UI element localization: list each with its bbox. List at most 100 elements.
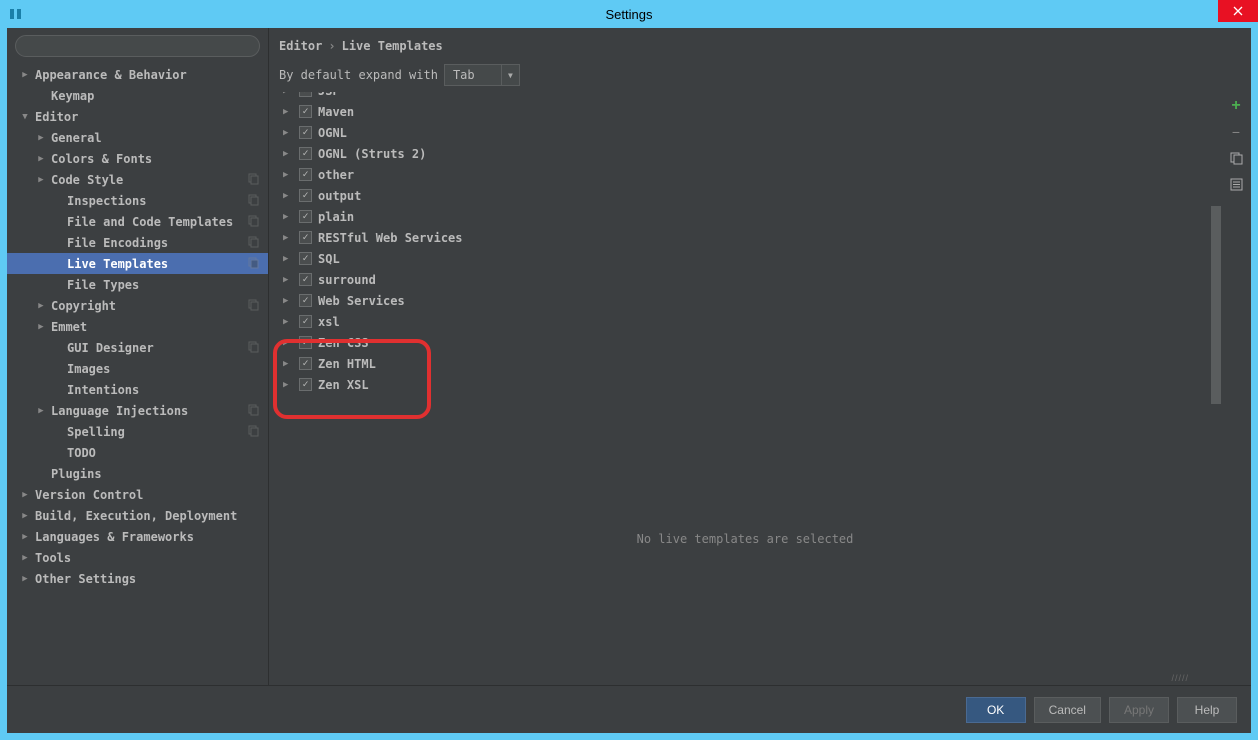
checkbox[interactable] [299, 92, 312, 97]
template-group[interactable]: ▶other [269, 164, 1221, 185]
checkbox[interactable] [299, 273, 312, 286]
templates-list[interactable]: ▶JSP▶Maven▶OGNL▶OGNL (Struts 2)▶other▶ou… [269, 92, 1221, 685]
scrollbar-thumb[interactable] [1211, 206, 1221, 404]
chevron-right-icon[interactable]: ▶ [19, 511, 31, 521]
apply-button[interactable]: Apply [1109, 697, 1169, 723]
checkbox[interactable] [299, 231, 312, 244]
template-group[interactable]: ▶surround [269, 269, 1221, 290]
chevron-right-icon[interactable]: ▶ [283, 149, 293, 159]
tree-item[interactable]: ▶Appearance & Behavior [7, 64, 268, 85]
tree-item[interactable]: Images [7, 358, 268, 379]
checkbox[interactable] [299, 147, 312, 160]
tree-item[interactable]: ▶Languages & Frameworks [7, 526, 268, 547]
template-group[interactable]: ▶SQL [269, 248, 1221, 269]
chevron-right-icon[interactable]: ▶ [35, 133, 47, 143]
tree-item[interactable]: Inspections [7, 190, 268, 211]
chevron-right-icon[interactable]: ▶ [283, 170, 293, 180]
tree-item[interactable]: Spelling [7, 421, 268, 442]
chevron-right-icon[interactable]: ▶ [283, 275, 293, 285]
remove-icon[interactable]: − [1228, 124, 1244, 140]
chevron-right-icon[interactable]: ▶ [35, 154, 47, 164]
checkbox[interactable] [299, 210, 312, 223]
chevron-right-icon[interactable]: ▶ [283, 233, 293, 243]
settings-tree[interactable]: ▶Appearance & BehaviorKeymap▼Editor▶Gene… [7, 64, 268, 685]
template-group[interactable]: ▶Zen HTML [269, 353, 1221, 374]
cancel-button[interactable]: Cancel [1034, 697, 1101, 723]
checkbox[interactable] [299, 105, 312, 118]
tree-item[interactable]: Live Templates [7, 253, 268, 274]
expand-combo[interactable]: Tab ▼ [444, 64, 520, 86]
tree-item[interactable]: Keymap [7, 85, 268, 106]
chevron-right-icon[interactable]: ▶ [19, 532, 31, 542]
help-button[interactable]: Help [1177, 697, 1237, 723]
template-group[interactable]: ▶OGNL (Struts 2) [269, 143, 1221, 164]
checkbox[interactable] [299, 378, 312, 391]
tree-item[interactable]: ▶Other Settings [7, 568, 268, 589]
template-group[interactable]: ▶Zen XSL [269, 374, 1221, 395]
chevron-down-icon[interactable]: ▼ [19, 112, 31, 122]
tree-item[interactable]: GUI Designer [7, 337, 268, 358]
template-group[interactable]: ▶OGNL [269, 122, 1221, 143]
chevron-right-icon[interactable]: ▶ [35, 175, 47, 185]
chevron-right-icon[interactable]: ▶ [283, 128, 293, 138]
checkbox[interactable] [299, 168, 312, 181]
chevron-right-icon[interactable]: ▶ [283, 107, 293, 117]
chevron-right-icon[interactable]: ▶ [35, 322, 47, 332]
chevron-right-icon[interactable]: ▶ [283, 191, 293, 201]
add-icon[interactable]: + [1228, 98, 1244, 114]
scrollbar-track[interactable] [1211, 92, 1221, 685]
chevron-right-icon[interactable]: ▶ [283, 212, 293, 222]
tree-item[interactable]: File Types [7, 274, 268, 295]
template-group[interactable]: ▶xsl [269, 311, 1221, 332]
chevron-right-icon[interactable]: ▶ [19, 553, 31, 563]
tree-item[interactable]: ▼Editor [7, 106, 268, 127]
chevron-right-icon[interactable]: ▶ [283, 317, 293, 327]
tree-item[interactable]: Plugins [7, 463, 268, 484]
checkbox[interactable] [299, 315, 312, 328]
resize-grip[interactable]: ///// [1171, 673, 1189, 683]
list-icon[interactable] [1228, 176, 1244, 192]
checkbox[interactable] [299, 357, 312, 370]
chevron-right-icon[interactable]: ▶ [19, 574, 31, 584]
tree-item[interactable]: ▶Emmet [7, 316, 268, 337]
chevron-right-icon[interactable]: ▶ [283, 92, 293, 96]
chevron-down-icon[interactable]: ▼ [502, 64, 520, 86]
chevron-right-icon[interactable]: ▶ [283, 338, 293, 348]
tree-item[interactable]: ▶General [7, 127, 268, 148]
tree-item[interactable]: ▶Copyright [7, 295, 268, 316]
checkbox[interactable] [299, 189, 312, 202]
tree-item[interactable]: ▶Code Style [7, 169, 268, 190]
template-group[interactable]: ▶plain [269, 206, 1221, 227]
chevron-right-icon[interactable]: ▶ [19, 70, 31, 80]
template-group[interactable]: ▶output [269, 185, 1221, 206]
chevron-right-icon[interactable]: ▶ [19, 490, 31, 500]
tree-item[interactable]: ▶Build, Execution, Deployment [7, 505, 268, 526]
template-group[interactable]: ▶Web Services [269, 290, 1221, 311]
chevron-right-icon[interactable]: ▶ [35, 301, 47, 311]
chevron-right-icon[interactable]: ▶ [283, 359, 293, 369]
search-input[interactable] [15, 35, 260, 57]
chevron-right-icon[interactable]: ▶ [35, 406, 47, 416]
ok-button[interactable]: OK [966, 697, 1026, 723]
chevron-right-icon[interactable]: ▶ [283, 254, 293, 264]
template-group[interactable]: ▶Maven [269, 101, 1221, 122]
checkbox[interactable] [299, 294, 312, 307]
template-group[interactable]: ▶RESTful Web Services [269, 227, 1221, 248]
chevron-right-icon[interactable]: ▶ [283, 296, 293, 306]
checkbox[interactable] [299, 252, 312, 265]
tree-item[interactable]: ▶Version Control [7, 484, 268, 505]
checkbox[interactable] [299, 126, 312, 139]
tree-item[interactable]: Intentions [7, 379, 268, 400]
template-group[interactable]: ▶JSP [269, 92, 1221, 101]
copy-icon[interactable] [1228, 150, 1244, 166]
checkbox[interactable] [299, 336, 312, 349]
close-button[interactable] [1218, 0, 1258, 22]
tree-item[interactable]: ▶Colors & Fonts [7, 148, 268, 169]
tree-item[interactable]: File Encodings [7, 232, 268, 253]
tree-item[interactable]: TODO [7, 442, 268, 463]
template-group[interactable]: ▶Zen CSS [269, 332, 1221, 353]
tree-item[interactable]: File and Code Templates [7, 211, 268, 232]
chevron-right-icon[interactable]: ▶ [283, 380, 293, 390]
tree-item[interactable]: ▶Language Injections [7, 400, 268, 421]
tree-item[interactable]: ▶Tools [7, 547, 268, 568]
